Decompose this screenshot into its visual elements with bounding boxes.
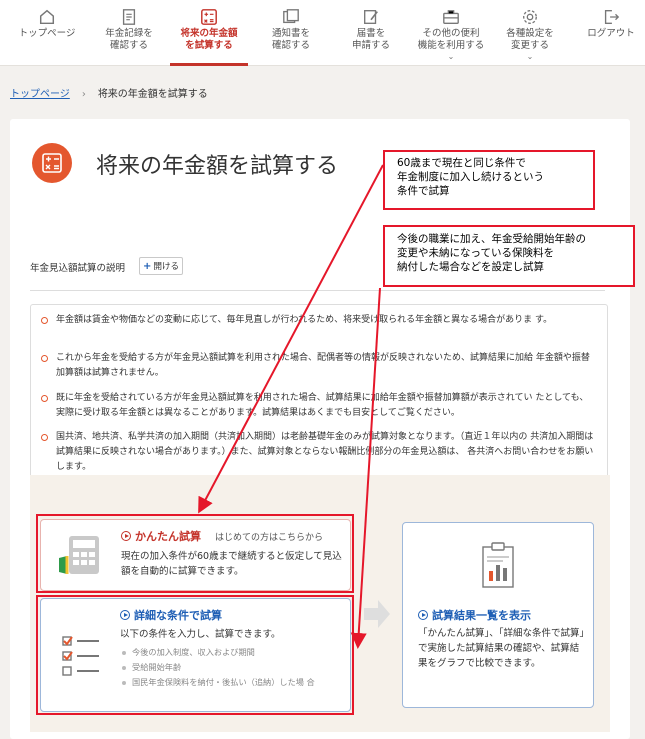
calculator-icon — [201, 9, 217, 25]
nav-label: 各種設定を 変更する — [506, 28, 554, 51]
nav-label: その他の便利 機能を利用する — [417, 28, 485, 51]
plus-icon: + — [143, 260, 152, 272]
note-item: 年金額は賃金や物価などの変動に応じて、毎年見直しが行われるため、将来受け取られる… — [41, 313, 596, 328]
divider — [30, 290, 605, 291]
document-icon — [122, 9, 136, 25]
breadcrumb-current: 将来の年金額を試算する — [97, 89, 208, 100]
nav-label: 通知書を 確認する — [271, 28, 310, 51]
nav-label: 将来の年金額 を試算する — [180, 28, 238, 51]
nav-item-logout[interactable]: ログアウト — [578, 0, 644, 66]
nav-label: ログアウト — [587, 28, 635, 39]
annotation-detail-note: 今後の職業に加え、年金受給開始年齢の 変更や未納になっている保険料を 納付した場… — [383, 225, 635, 287]
nav-label: 届書を 申請する — [351, 28, 390, 51]
circle-bullet-icon — [41, 395, 48, 402]
open-explanation-button[interactable]: + 開ける — [139, 257, 183, 275]
open-button-label: 開ける — [153, 262, 179, 272]
nav-item-applications[interactable]: 届書を 申請する — [338, 0, 404, 66]
gear-icon — [523, 10, 537, 24]
nav-item-other-features[interactable]: その他の便利 機能を利用する ⌄ — [410, 0, 492, 66]
chevron-down-icon: ⌄ — [526, 52, 534, 61]
calculator-icon — [32, 143, 72, 183]
nav-item-settings[interactable]: 各種設定を 変更する ⌄ — [496, 0, 564, 66]
annotation-easy-note: 60歳まで現在と同じ条件で 年金制度に加入し続けるという 条件で試算 — [383, 150, 595, 210]
explanation-label: 年金見込額試算の説明 — [30, 263, 126, 274]
nav-item-estimate[interactable]: 将来の年金額 を試算する — [170, 0, 248, 66]
chevron-down-icon: ⌄ — [447, 52, 455, 61]
note-item: これから年金を受給する方が年金見込額試算を利用された場合、配偶者等の情報が反映さ… — [41, 351, 596, 381]
report-chart-icon — [482, 542, 514, 588]
detailed-estimate-highlight — [36, 595, 354, 715]
toolbox-icon — [443, 10, 459, 24]
circle-bullet-icon — [41, 355, 48, 362]
arrow-right-icon — [364, 600, 390, 628]
breadcrumb-separator: › — [81, 89, 86, 100]
page-title: 将来の年金額を試算する — [96, 154, 339, 179]
arrow-circle-icon — [418, 610, 428, 620]
results-list-description: 「かんたん試算」、「詳細な条件で試算」で実施した試算結果の確認や、試算結果をグラ… — [418, 628, 585, 669]
nav-item-notices[interactable]: 通知書を 確認する — [258, 0, 324, 66]
circle-bullet-icon — [41, 434, 48, 441]
notes-box: 年金額は賃金や物価などの変動に応じて、毎年見直しが行われるため、将来受け取られる… — [30, 304, 608, 480]
nav-item-top[interactable]: トップページ — [14, 0, 80, 66]
nav-item-records[interactable]: 年金記録を 確認する — [96, 0, 162, 66]
nav-label: トップページ — [18, 28, 76, 39]
notice-icon — [283, 9, 299, 24]
breadcrumb-home-link[interactable]: トップページ — [10, 89, 70, 100]
results-list-title[interactable]: 試算結果一覧を表示 — [418, 607, 531, 623]
home-icon — [39, 9, 55, 25]
circle-bullet-icon — [41, 317, 48, 324]
easy-estimate-highlight — [36, 514, 354, 593]
form-pen-icon — [364, 10, 378, 24]
nav-label: 年金記録を 確認する — [105, 28, 153, 51]
logout-icon — [604, 10, 620, 24]
global-nav: トップページ 年金記録を 確認する 将来の年金額 を試算する 通知書を 確認する… — [0, 0, 645, 66]
note-item: 既に年金を受給されている方が年金見込額試算を利用された場合、試算結果に加給年金額… — [41, 391, 596, 421]
note-item: 国共済、地共済、私学共済の加入期間（共済加入期間）は老齢基礎年金のみが試算対象と… — [41, 430, 596, 475]
breadcrumb: トップページ › 将来の年金額を試算する — [10, 85, 208, 100]
